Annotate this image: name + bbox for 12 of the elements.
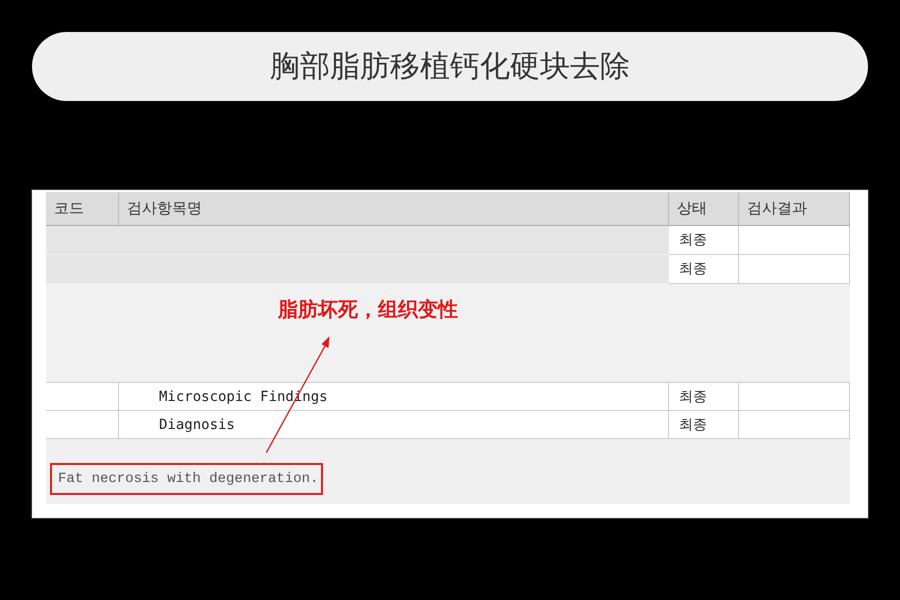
- status-cell: 최종: [669, 411, 739, 439]
- status-cell: 최종: [669, 226, 739, 255]
- status-cell: 최종: [669, 255, 739, 284]
- annotation-text: 脂肪坏死，组织变性: [278, 296, 458, 323]
- page-title: 胸部脂肪移植钙化硬块去除: [32, 32, 868, 101]
- column-header[interactable]: 검사항목명: [119, 192, 669, 226]
- column-header[interactable]: 검사결과: [739, 192, 850, 226]
- status-cell: 최종: [669, 383, 739, 411]
- column-header[interactable]: 코드: [46, 192, 119, 226]
- item-name-cell: Diagnosis: [119, 411, 669, 439]
- column-header[interactable]: 상태: [669, 192, 739, 226]
- result-text: Fat necrosis with degeneration.: [50, 463, 324, 495]
